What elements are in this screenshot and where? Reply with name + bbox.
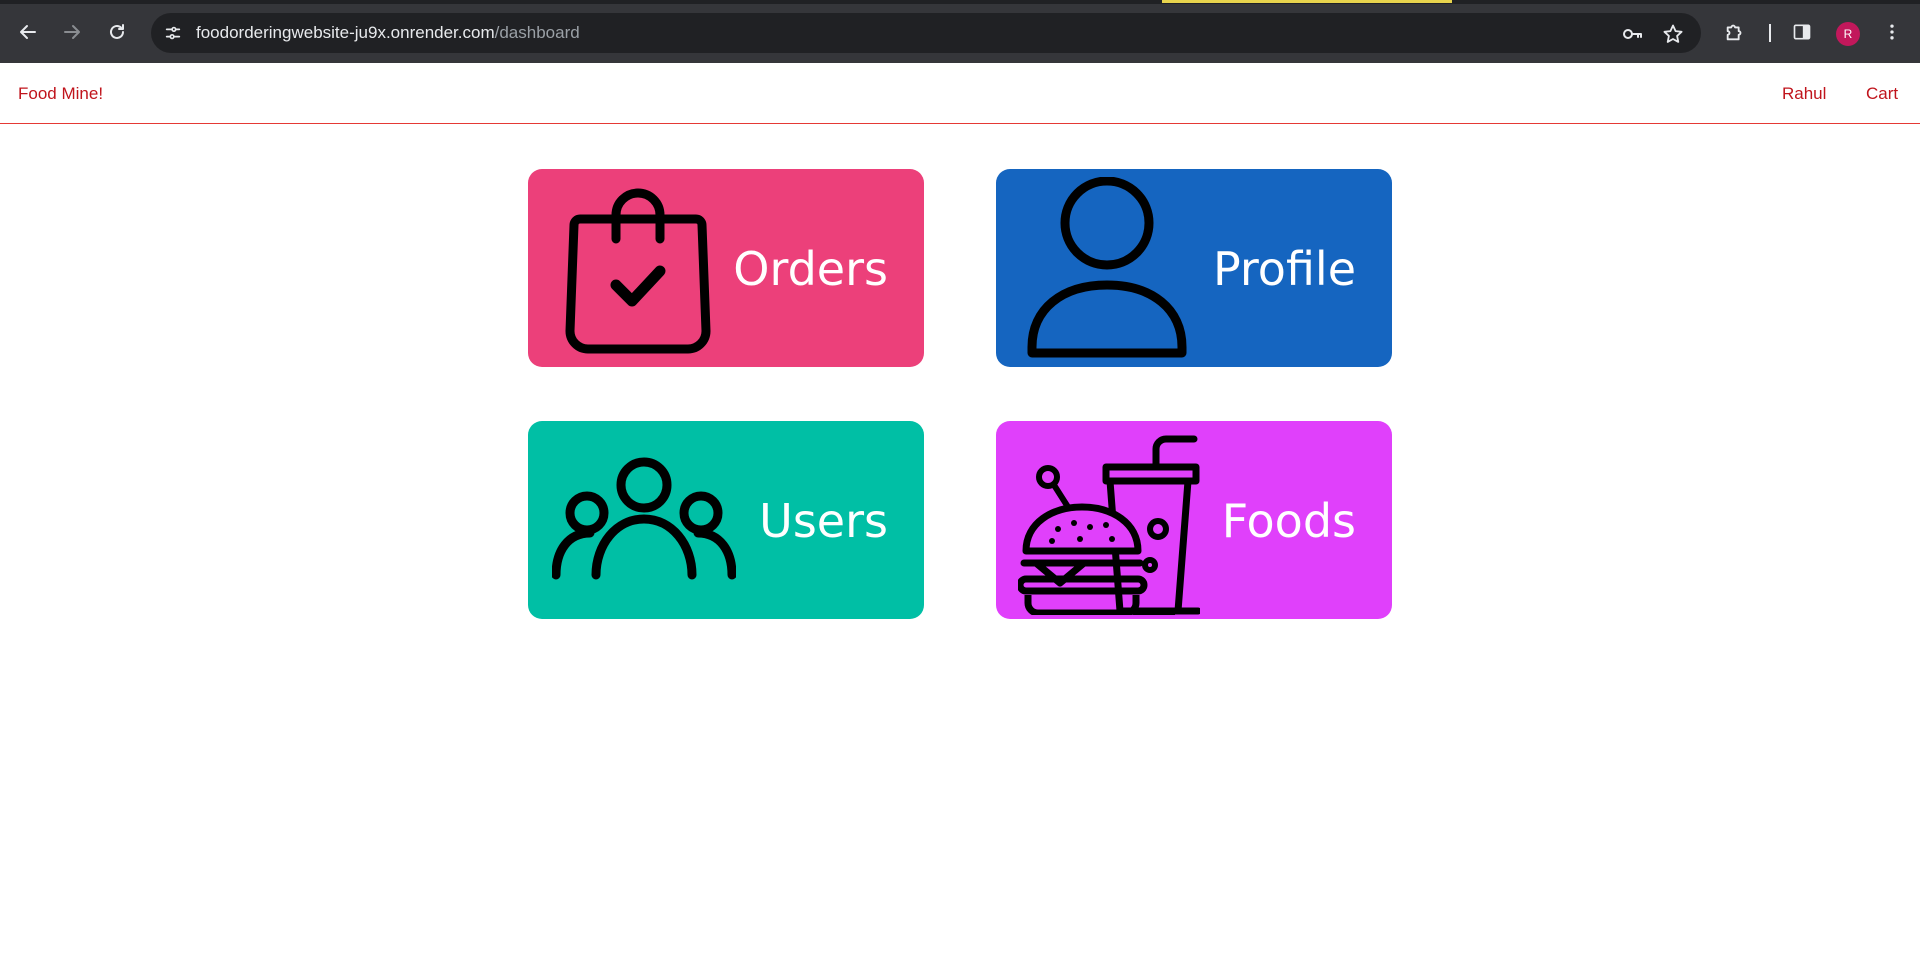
reload-icon[interactable] bbox=[102, 17, 132, 47]
users-group-icon bbox=[552, 457, 736, 580]
url-host: foodorderingwebsite-ju9x.onrender.com bbox=[196, 23, 495, 42]
profile-card-label: Profile bbox=[1212, 242, 1356, 296]
burger-drink-icon bbox=[1018, 435, 1200, 615]
nav-cart-link[interactable]: Cart bbox=[1866, 84, 1898, 104]
browser-toolbar: foodorderingwebsite-ju9x.onrender.com/da… bbox=[0, 0, 1920, 63]
shopping-bag-check-icon bbox=[565, 188, 711, 354]
profile-avatar[interactable]: R bbox=[1836, 22, 1860, 46]
profile-card[interactable]: Profile bbox=[996, 169, 1392, 367]
orders-card[interactable]: Orders bbox=[528, 169, 924, 367]
app-header: Food Mine! Rahul Cart bbox=[0, 63, 1920, 124]
star-icon[interactable] bbox=[1662, 23, 1684, 45]
kebab-menu-icon[interactable] bbox=[1880, 20, 1904, 44]
nav-user-link[interactable]: Rahul bbox=[1782, 84, 1826, 104]
puzzle-icon[interactable] bbox=[1723, 20, 1747, 44]
address-bar[interactable]: foodorderingwebsite-ju9x.onrender.com/da… bbox=[151, 13, 1701, 53]
orders-card-label: Orders bbox=[733, 242, 888, 296]
person-icon bbox=[1027, 177, 1187, 358]
back-arrow-icon[interactable] bbox=[13, 17, 43, 47]
foods-card[interactable]: Foods bbox=[996, 421, 1392, 619]
active-tab-indicator bbox=[1162, 0, 1452, 3]
url-path: /dashboard bbox=[494, 23, 580, 42]
users-card-label: Users bbox=[759, 494, 888, 548]
tune-icon[interactable] bbox=[163, 23, 183, 43]
toolbar-separator bbox=[1769, 24, 1771, 42]
side-panel-icon[interactable] bbox=[1790, 20, 1814, 44]
url-text[interactable]: foodorderingwebsite-ju9x.onrender.com/da… bbox=[196, 23, 580, 43]
foods-card-label: Foods bbox=[1221, 494, 1356, 548]
brand-logo-link[interactable]: Food Mine! bbox=[18, 84, 103, 104]
key-icon[interactable] bbox=[1621, 23, 1643, 45]
tab-strip bbox=[0, 0, 1920, 4]
users-card[interactable]: Users bbox=[528, 421, 924, 619]
forward-arrow-icon[interactable] bbox=[57, 17, 87, 47]
